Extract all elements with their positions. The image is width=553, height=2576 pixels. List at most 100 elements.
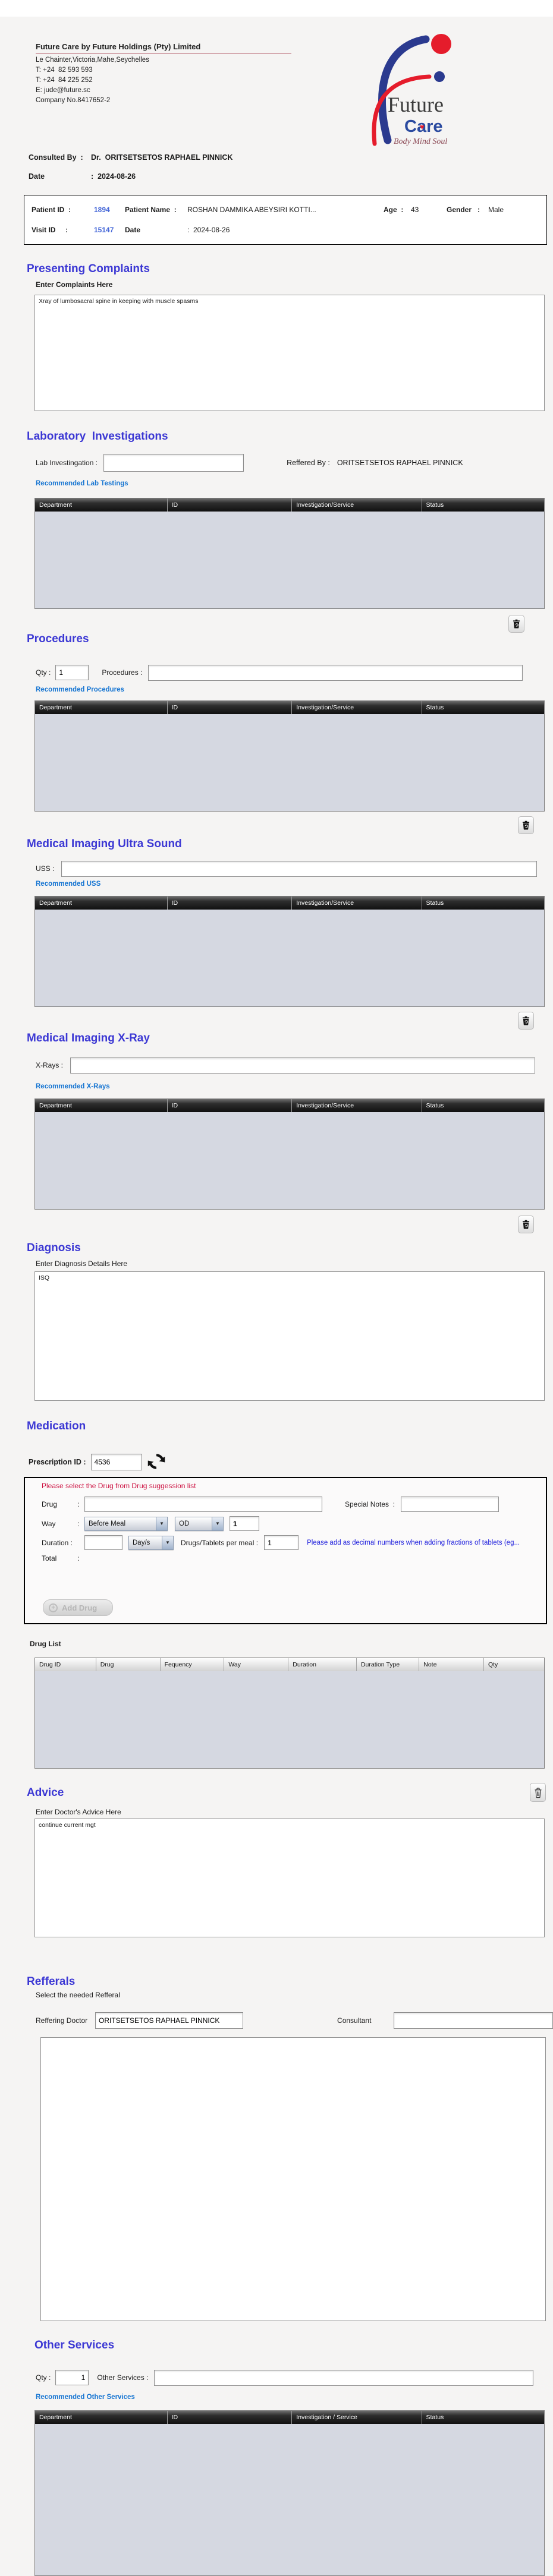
futurecare-logo: Future Care ♥ Body Mind Soul [357, 21, 473, 146]
company-phone-2: T: +24 84 225 252 [36, 76, 553, 84]
xray-table-body [35, 1112, 544, 1209]
delete-xray-button[interactable] [518, 1216, 534, 1233]
column-header: Note [419, 1658, 484, 1671]
column-header: Department [35, 701, 168, 714]
way-select[interactable]: Before Meal ▼ [84, 1517, 168, 1531]
prescription-id-input[interactable] [91, 1454, 142, 1470]
delete-procedures-button[interactable] [518, 816, 534, 834]
column-header: Way [224, 1658, 288, 1671]
procedures-qty-label: Qty : [36, 668, 51, 677]
procedures-label: Procedures : [102, 668, 142, 677]
drug-list-table-header: Drug ID Drug Fequency Way Duration Durat… [35, 1658, 544, 1671]
refferal-list-box [40, 2037, 546, 2321]
other-services-label: Other Services : [97, 2373, 148, 2382]
advice-label: Enter Doctor's Advice Here [36, 1808, 553, 1817]
column-header: Status [422, 1099, 544, 1112]
add-drug-button[interactable]: + Add Drug [43, 1599, 113, 1616]
total-row: Total : [42, 1554, 546, 1562]
drug-input[interactable] [84, 1497, 322, 1512]
other-qty-label: Qty : [36, 2373, 51, 2382]
other-services-field-row: Qty : Other Services : [36, 2369, 553, 2386]
delete-advice-button[interactable] [530, 1783, 546, 1802]
frequency-select[interactable]: OD ▼ [175, 1517, 224, 1531]
recommended-xray-link[interactable]: Recommended X-Rays [36, 1083, 553, 1093]
advice-title: Advice [27, 1786, 553, 1801]
company-phone-1: T: +24 82 593 593 [36, 66, 553, 74]
page-header: Future Care by Future Holdings (Pty) Lim… [0, 17, 553, 135]
uss-table-body [35, 910, 544, 1006]
other-qty-input[interactable] [55, 2370, 89, 2385]
trash-icon [521, 1015, 530, 1026]
consult-date-value: : 2024-08-26 [91, 172, 136, 183]
column-header: Status [422, 2411, 544, 2424]
column-header: ID [168, 1099, 293, 1112]
consult-date-row: Date : 2024-08-26 [29, 172, 553, 183]
recommended-lab-link[interactable]: Recommended Lab Testings [36, 480, 553, 490]
column-header: Fequency [161, 1658, 225, 1671]
top-strip [0, 0, 553, 17]
column-header: Status [422, 701, 544, 714]
chevron-down-icon: ▼ [162, 1536, 173, 1549]
uss-input[interactable] [61, 861, 537, 877]
trash-icon [521, 1219, 530, 1230]
diagnosis-textarea[interactable]: ISQ [34, 1271, 545, 1401]
xray-table: Department ID Investigation/Service Stat… [34, 1098, 545, 1210]
way-row: Way : Before Meal ▼ OD ▼ [42, 1516, 546, 1531]
lab-trash-row [0, 615, 553, 632]
complaints-label: Enter Complaints Here [36, 280, 553, 290]
duration-input[interactable] [84, 1535, 122, 1550]
procedures-table-header: Department ID Investigation/Service Stat… [35, 701, 544, 714]
delete-lab-button[interactable] [508, 615, 524, 633]
column-header: Department [35, 896, 168, 910]
xray-input[interactable] [70, 1057, 535, 1074]
special-notes-input[interactable] [401, 1497, 499, 1512]
advice-textarea[interactable]: continue current mgt [34, 1819, 545, 1937]
procedures-qty-input[interactable] [55, 665, 89, 680]
complaints-textarea[interactable]: Xray of lumbosacral spine in keeping wit… [34, 295, 545, 411]
consultant-input[interactable] [394, 2012, 553, 2029]
reffered-by-label: Reffered By : [287, 459, 330, 467]
column-header: Investigation/Service [292, 1099, 422, 1112]
recommended-other-link[interactable]: Recommended Other Services [36, 2394, 553, 2403]
uss-label: USS : [36, 864, 54, 873]
prescription-row: Prescription ID : [29, 1453, 553, 1471]
logo-tagline: Body Mind Soul [394, 137, 447, 146]
fraction-note: Please add as decimal numbers when addin… [307, 1539, 520, 1546]
column-header: Status [422, 498, 544, 512]
column-header: ID [168, 2411, 293, 2424]
other-services-input[interactable] [154, 2370, 533, 2386]
delete-uss-button[interactable] [518, 1012, 534, 1030]
way-qty-input[interactable] [230, 1516, 259, 1531]
xray-label: X-Rays : [36, 1061, 63, 1069]
column-header: Status [422, 896, 544, 910]
consulted-by-label: Consulted By : [29, 153, 91, 164]
procedures-table-body [35, 714, 544, 811]
duration-unit-select[interactable]: Day/s ▼ [128, 1536, 174, 1550]
consulted-by-row: Consulted By : Dr. ORITSETSETOS RAPHAEL … [29, 153, 553, 164]
reffering-doctor-input[interactable] [95, 2012, 243, 2029]
recommended-uss-link[interactable]: Recommended USS [36, 880, 553, 890]
other-services-table: Department ID Investigation / Service St… [34, 2410, 545, 2576]
duration-label: Duration : [42, 1539, 84, 1547]
column-header: Investigation/Service [292, 701, 422, 714]
consultant-label: Consultant [337, 2016, 371, 2025]
duration-row: Duration : Day/s ▼ Drugs/Tablets per mea… [42, 1535, 546, 1550]
patient-age-label: Age : [384, 206, 411, 214]
add-drug-label: Add Drug [62, 1603, 97, 1612]
column-header: ID [168, 701, 293, 714]
logo-word-future: Future [388, 93, 444, 116]
refresh-prescription-button[interactable] [147, 1453, 166, 1472]
lab-investigation-input[interactable] [103, 454, 244, 472]
company-address: Le Chainter,Victoria,Mahe,Seychelles [36, 56, 553, 64]
consult-date-label: Date [29, 172, 91, 183]
procedures-input[interactable] [148, 665, 523, 681]
patient-row-1: Patient ID : 1894 Patient Name : ROSHAN … [32, 203, 539, 216]
other-services-table-header: Department ID Investigation / Service St… [35, 2411, 544, 2424]
drug-suggestion-warning: Please select the Drug from Drug suggess… [42, 1482, 546, 1492]
procedures-trash-row [0, 816, 553, 833]
per-meal-input[interactable] [264, 1535, 299, 1550]
recommended-procedures-link[interactable]: Recommended Procedures [36, 686, 553, 696]
xray-table-header: Department ID Investigation/Service Stat… [35, 1099, 544, 1112]
patient-name-label: Patient Name : [125, 206, 187, 214]
way-label: Way [42, 1520, 77, 1528]
